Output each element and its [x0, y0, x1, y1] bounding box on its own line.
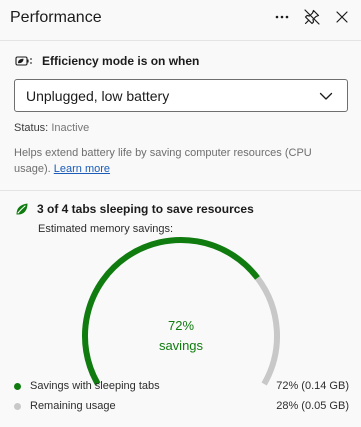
- legend-dot-savings: [14, 382, 21, 390]
- savings-percent: 72%: [167, 318, 195, 333]
- gauge-remaining-arc: [255, 276, 280, 386]
- legend-value-remaining: 28% (0.05 GB): [276, 400, 349, 412]
- legend-label-savings: Savings with sleeping tabs: [30, 380, 160, 392]
- legend-label-remaining: Remaining usage: [30, 400, 116, 412]
- legend-dot-remaining: [14, 402, 21, 410]
- savings-caption: savings: [158, 338, 204, 353]
- gauge-savings-arc: [82, 236, 260, 386]
- legend-value-savings: 72% (0.14 GB): [276, 380, 349, 392]
- legend-row-remaining: Remaining usage 28% (0.05 GB): [14, 398, 349, 414]
- legend-row-savings: Savings with sleeping tabs 72% (0.14 GB): [14, 378, 349, 394]
- memory-savings-gauge: [82, 236, 280, 386]
